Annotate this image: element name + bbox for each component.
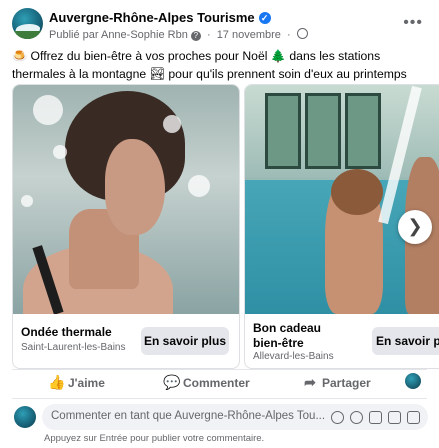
published-by: Publié par Anne-Sophie Rbn [49, 29, 188, 41]
camera-icon[interactable] [369, 411, 382, 425]
chevron-right-icon[interactable]: ❯ [398, 210, 432, 244]
comment-input[interactable]: Commenter en tant que Auvergne-Rhône-Alp… [42, 404, 428, 430]
comment-button[interactable]: 💬 Commenter [163, 373, 250, 391]
divider [12, 369, 427, 370]
card-image[interactable] [13, 85, 239, 314]
card-subtitle: Saint-Laurent-les-Bains [21, 342, 126, 353]
commenter-avatar [14, 406, 36, 428]
card-subtitle: Allevard-les-Bains [253, 351, 334, 362]
help-icon[interactable]: ? [190, 31, 201, 41]
share-button[interactable]: ➦ Partager [302, 373, 371, 391]
page-name-link[interactable]: Auvergne-Rhône-Alpes Tourisme [49, 10, 255, 25]
share-arrow-icon: ➦ [304, 374, 316, 390]
card-image[interactable] [245, 85, 439, 314]
post-meta: Publié par Anne-Sophie Rbn ? · 17 novemb… [49, 28, 308, 41]
avatar-sticker-icon[interactable] [331, 411, 344, 425]
learn-more-button[interactable]: En savoir plus [141, 327, 229, 355]
gif-icon[interactable] [388, 411, 401, 425]
card-title: Ondée thermale [21, 325, 112, 339]
emoji-icon[interactable] [350, 411, 363, 425]
card-title: Bon cadeau bien-être [253, 321, 322, 350]
sticker-icon[interactable] [407, 411, 420, 425]
learn-more-button[interactable]: En savoir plus [372, 327, 439, 355]
verified-badge-icon: ✓ [258, 12, 271, 24]
like-button[interactable]: 👍 J'aime [48, 373, 105, 391]
actor-avatar-selector[interactable] [405, 373, 421, 389]
comment-bubble-icon: 💬 [163, 374, 181, 390]
page-avatar[interactable] [12, 8, 43, 39]
comment-placeholder: Commenter en tant que Auvergne-Rhône-Alp… [51, 410, 326, 422]
facebook-post: Auvergne-Rhône-Alpes Tourisme ✓ Publié pa… [0, 0, 439, 448]
more-options-icon[interactable]: ••• [403, 14, 423, 32]
divider [12, 398, 427, 399]
post-date[interactable]: 17 novembre [217, 29, 281, 41]
carousel-card[interactable]: Ondée thermale Saint-Laurent-les-Bains E… [12, 84, 240, 369]
comment-hint: Appuyez sur Entrée pour publier votre co… [44, 433, 265, 444]
thumbs-up-icon: 👍 [48, 374, 66, 390]
globe-icon [296, 28, 308, 39]
